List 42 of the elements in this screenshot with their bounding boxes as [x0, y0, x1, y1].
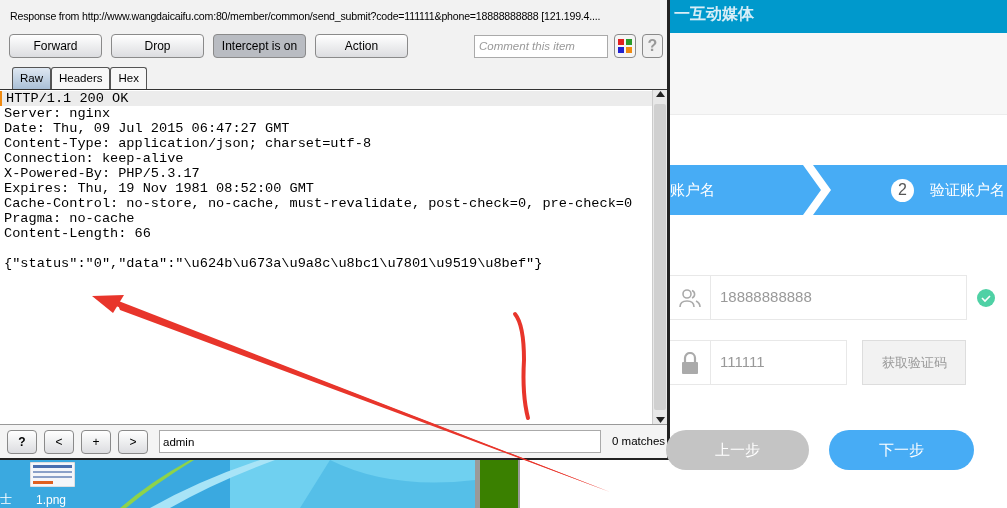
search-nav-button[interactable]: +: [81, 429, 111, 454]
code-line: Content-Length: 66: [3, 226, 152, 241]
desktop-text: 士: [0, 492, 12, 506]
site-title: 一互动媒体: [674, 4, 754, 24]
toolbar-button[interactable]: Intercept is on: [213, 34, 306, 58]
scroll-thumb[interactable]: [654, 104, 666, 410]
code-line: X-Powered-By: PHP/5.3.17: [3, 166, 201, 181]
toolbar-button[interactable]: Forward: [9, 34, 102, 58]
search-nav-button[interactable]: <: [44, 429, 74, 454]
code-line: Expires: Thu, 19 Nov 1981 08:52:00 GMT: [3, 181, 315, 196]
color-picker-button[interactable]: [614, 34, 636, 58]
code-line: Pragma: no-cache: [3, 211, 136, 226]
step-label: 验证账户名: [930, 179, 1005, 200]
code-line: Cache-Control: no-store, no-cache, must-revalidate, post-check=0, pre-check=0: [3, 196, 634, 211]
code-value: 111111: [719, 352, 765, 373]
window-title: Response from http://www.wangdaicaifu.com:80/member/common/send_submit?code=111111&phone=18888888888 [121.199.4....: [9, 9, 602, 24]
code-line: Connection: keep-alive: [3, 151, 185, 166]
phone-value: 18888888888: [719, 287, 812, 308]
tab[interactable]: Headers: [51, 67, 111, 89]
step-number: 2: [891, 178, 914, 202]
scrollbar[interactable]: [652, 90, 667, 424]
comment-field[interactable]: Comment this item: [474, 34, 608, 58]
match-count: 0 matches: [612, 433, 666, 449]
search-field[interactable]: admin: [159, 430, 601, 453]
code-line: Date: Thu, 09 Jul 2015 06:47:27 GMT: [3, 121, 291, 136]
toolbar-button[interactable]: Action: [315, 34, 408, 58]
tab[interactable]: Raw: [12, 67, 51, 89]
search-nav-button[interactable]: >: [118, 429, 148, 454]
step-label: 账户名: [670, 179, 715, 200]
lock-icon: [681, 351, 699, 374]
code-line: Content-Type: application/json; charset=utf-8: [3, 136, 373, 151]
tab[interactable]: Hex: [110, 67, 147, 89]
color-grid-icon: [618, 39, 632, 53]
toolbar-button[interactable]: Drop: [111, 34, 204, 58]
background-window: [475, 460, 520, 508]
image-file-icon: [30, 462, 75, 487]
code-line: {"status":"0","data":"\u624b\u673a\u9a8c\u8bc1\u7801\u9519\u8bef"}: [3, 256, 544, 271]
scroll-up-icon[interactable]: [655, 90, 665, 98]
code-line: Server: nginx: [3, 106, 112, 121]
users-icon: [679, 287, 701, 308]
search-nav-button[interactable]: ?: [7, 429, 37, 454]
chevron-icon: [803, 165, 831, 215]
